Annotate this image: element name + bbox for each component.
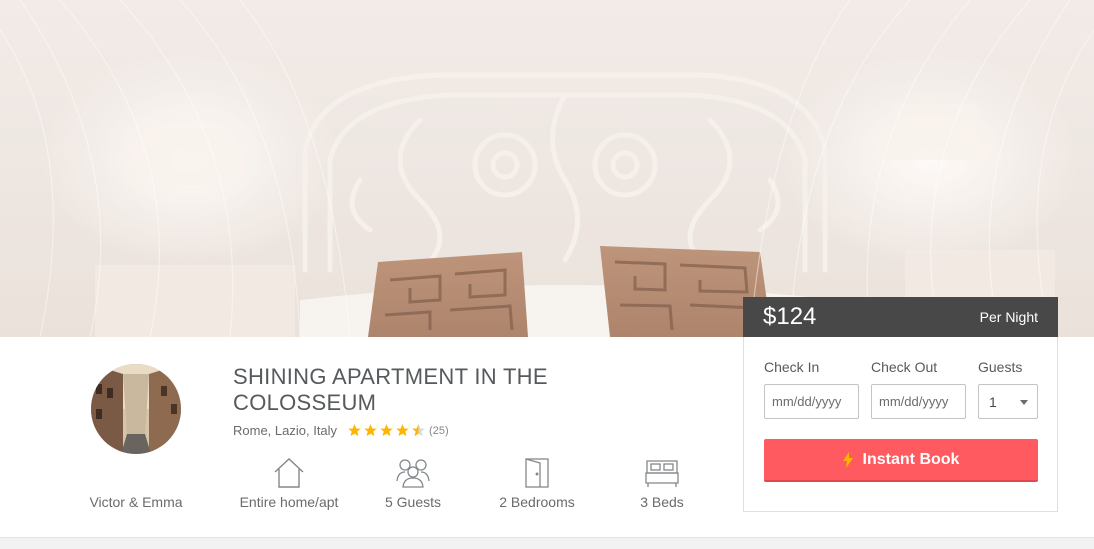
star-rating [347,423,427,438]
star-icon [396,424,409,437]
amenity-label: 3 Beds [640,494,684,510]
door-icon [525,458,549,488]
lightning-icon [842,451,853,468]
price-bar: $124 Per Night [743,297,1058,337]
half-star-icon [412,424,425,437]
per-night-label: Per Night [979,309,1038,325]
amenity-guests: 5 Guests [353,457,473,510]
house-icon [274,458,304,488]
location-row: Rome, Lazio, Italy (25) [233,423,449,438]
listing-title: SHINING APARTMENT IN THE COLOSSEUM [233,364,548,415]
check-in-label: Check In [764,359,820,375]
check-out-label: Check Out [871,359,938,375]
guests-icon [396,459,430,488]
host-avatar[interactable] [91,364,181,454]
amenity-label: 5 Guests [384,494,442,510]
amenity-label: Entire home/apt [239,494,339,510]
star-icon [364,424,377,437]
review-count[interactable]: (25) [429,425,449,437]
amenity-home-type: Entire home/apt [229,457,349,510]
listing-location[interactable]: Rome, Lazio, Italy [233,423,337,438]
check-in-input[interactable]: mm/dd/yyyy [764,384,859,419]
amenity-beds: 3 Beds [602,457,722,510]
guests-select[interactable]: 1 [978,384,1038,419]
instant-book-label: Instant Book [862,450,960,468]
guests-label: Guests [978,359,1023,375]
booking-panel: Check In Check Out Guests mm/dd/yyyy mm/… [743,337,1058,512]
check-out-input[interactable]: mm/dd/yyyy [871,384,966,419]
street-photo-icon [91,364,181,454]
amenity-label: 2 Bedrooms [499,494,575,510]
bed-icon [645,460,679,487]
instant-book-button[interactable]: Instant Book [764,439,1038,482]
nightly-price: $124 [763,303,817,330]
host-name: Victor & Emma [89,494,183,510]
chevron-down-icon [1020,400,1028,405]
check-out-placeholder: mm/dd/yyyy [879,394,949,409]
star-icon [348,424,361,437]
guests-value: 1 [989,393,997,410]
check-in-placeholder: mm/dd/yyyy [772,394,842,409]
section-divider [0,537,1094,549]
hero-photo [0,0,1094,337]
amenity-bedrooms: 2 Bedrooms [477,457,597,510]
star-icon [380,424,393,437]
